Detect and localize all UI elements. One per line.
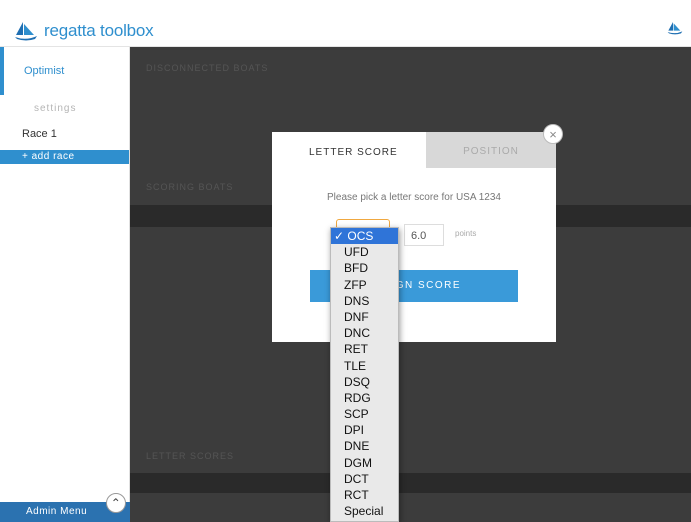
- dropdown-option-dct[interactable]: DCT: [331, 471, 398, 487]
- dropdown-option-dnc[interactable]: DNC: [331, 325, 398, 341]
- modal-prompt: Please pick a letter score for USA 1234: [327, 192, 501, 203]
- dropdown-option-dgm[interactable]: DGM: [331, 455, 398, 471]
- dropdown-option-zfp[interactable]: ZFP: [331, 277, 398, 293]
- dropdown-option-dsq[interactable]: DSQ: [331, 374, 398, 390]
- dropdown-option-ret[interactable]: RET: [331, 341, 398, 357]
- sidebar: Optimist settings Race 1 + add race: [0, 47, 130, 522]
- tab-letter-score[interactable]: LETTER SCORE: [272, 132, 426, 172]
- dropdown-option-rct[interactable]: RCT: [331, 487, 398, 503]
- table-header-band: [130, 473, 691, 493]
- dropdown-option-dne[interactable]: DNE: [331, 438, 398, 454]
- points-input[interactable]: 6.0: [404, 224, 444, 246]
- letter-score-dropdown[interactable]: ✓ OCS UFD BFD ZFP DNS DNF DNC RET TLE DSQ RDG SCP DP…: [330, 227, 399, 522]
- dropdown-option-tle[interactable]: TLE: [331, 358, 398, 374]
- section-heading: LETTER SCORES: [146, 451, 235, 461]
- tab-position[interactable]: POSITION: [426, 132, 556, 168]
- app-logo[interactable]: regatta toolbox: [14, 21, 154, 41]
- dropdown-option-scp[interactable]: SCP: [331, 406, 398, 422]
- sidebar-item-race-1[interactable]: Race 1: [0, 125, 129, 143]
- add-race-button[interactable]: + add race: [0, 150, 129, 164]
- dropdown-option-dnf[interactable]: DNF: [331, 309, 398, 325]
- dropdown-option-dpi[interactable]: DPI: [331, 422, 398, 438]
- letter-score-modal: LETTER SCORE POSITION Please pick a lett…: [272, 132, 556, 342]
- close-icon[interactable]: ×: [543, 124, 563, 144]
- app-name: regatta toolbox: [44, 21, 154, 40]
- sidebar-item-settings[interactable]: settings: [0, 101, 129, 117]
- dropdown-option-bfd[interactable]: BFD: [331, 260, 398, 276]
- section-heading: SCORING BOATS: [146, 182, 234, 192]
- sidebar-item-event[interactable]: Optimist: [0, 47, 129, 95]
- sailboat-logo-icon: [15, 22, 37, 41]
- dropdown-option-ufd[interactable]: UFD: [331, 244, 398, 260]
- top-bar: regatta toolbox: [0, 0, 691, 47]
- chevron-up-icon[interactable]: ⌃: [106, 493, 126, 513]
- admin-menu-bar[interactable]: Admin Menu ⌃: [0, 493, 130, 522]
- dropdown-option-rdg[interactable]: RDG: [331, 390, 398, 406]
- dropdown-option-ocs[interactable]: ✓ OCS: [331, 228, 398, 245]
- section-heading: DISCONNECTED BOATS: [146, 63, 269, 73]
- admin-menu-label: Admin Menu: [26, 506, 88, 517]
- dropdown-option-special[interactable]: Special: [331, 503, 398, 519]
- corner-logo-icon[interactable]: [667, 20, 683, 41]
- points-label: points: [455, 229, 477, 238]
- dropdown-option-dns[interactable]: DNS: [331, 293, 398, 309]
